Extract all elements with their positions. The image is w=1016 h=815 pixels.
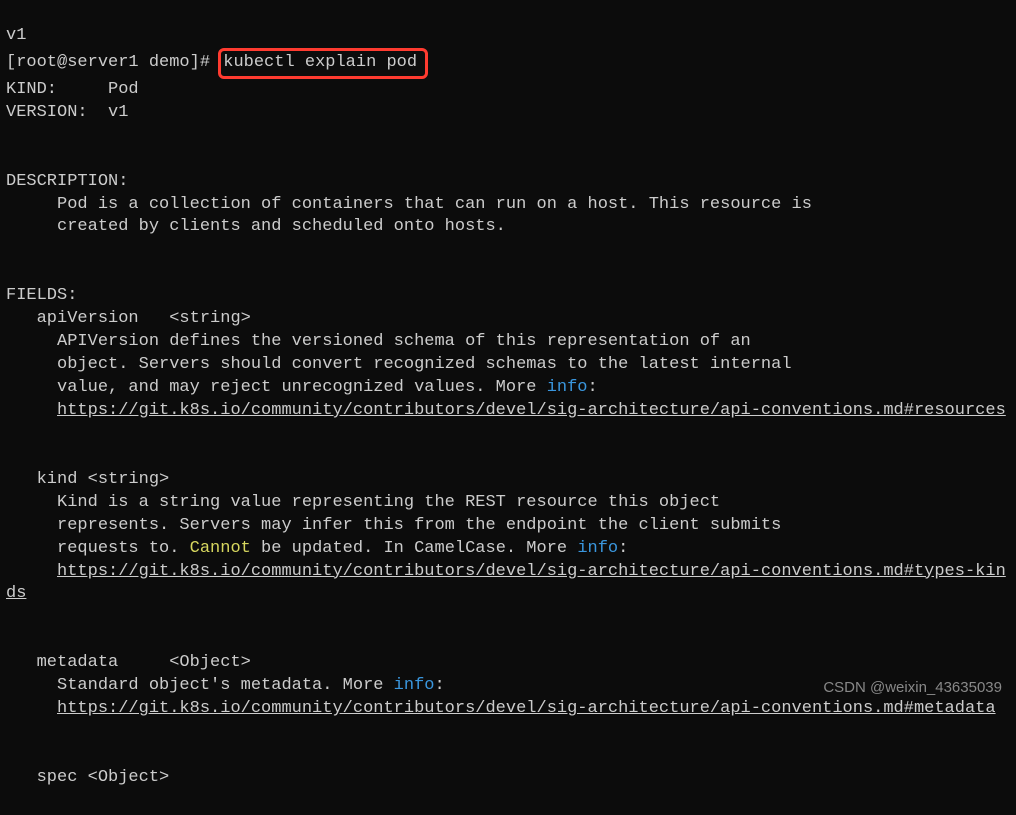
field-spec: spec <Object> — [6, 767, 1010, 790]
info-word-2: info — [577, 539, 618, 558]
description-line1: Pod is a collection of containers that c… — [6, 194, 1010, 217]
url-metadata[interactable]: https://git.k8s.io/community/contributor… — [57, 699, 996, 718]
fields-header: FIELDS: — [6, 285, 1010, 308]
metadata-desc1-pre: Standard object's metadata. More — [6, 676, 394, 695]
apiversion-desc3-pre: value, and may reject unrecognized value… — [6, 378, 547, 397]
url-types-kinds[interactable]: https://git.k8s.io/community/contributor… — [6, 562, 1006, 604]
info-word-3: info — [394, 676, 435, 695]
kind-desc3-pre: requests to. — [6, 539, 190, 558]
field-apiversion: apiVersion <string> — [6, 308, 1010, 331]
colon-1: : — [588, 378, 598, 397]
apiversion-desc1: APIVersion defines the versioned schema … — [6, 331, 1010, 354]
version-label: VERSION: — [6, 103, 108, 122]
shell-prompt: [root@server1 demo]# — [6, 53, 220, 72]
url2-indent — [6, 562, 57, 581]
kind-desc2: represents. Servers may infer this from … — [6, 515, 1010, 538]
field-metadata: metadata <Object> — [6, 652, 1010, 675]
apiversion-desc2: object. Servers should convert recognize… — [6, 354, 1010, 377]
kind-label: KIND: — [6, 80, 108, 99]
description-header: DESCRIPTION: — [6, 171, 1010, 194]
info-word-1: info — [547, 378, 588, 397]
colon-2: : — [618, 539, 628, 558]
kind-desc1: Kind is a string value representing the … — [6, 492, 1010, 515]
url1-indent — [6, 401, 57, 420]
version-value: v1 — [108, 103, 128, 122]
kind-desc3-post: be updated. In CamelCase. More — [251, 539, 577, 558]
watermark: CSDN @weixin_43635039 — [823, 678, 1002, 698]
command-highlight-box: kubectl explain pod — [218, 48, 428, 79]
kind-value: Pod — [108, 80, 139, 99]
top-line: v1 — [6, 25, 1010, 48]
url-resources[interactable]: https://git.k8s.io/community/contributor… — [57, 401, 1006, 420]
field-kind: kind <string> — [6, 469, 1010, 492]
url3-indent — [6, 699, 57, 718]
command-text: kubectl explain pod — [223, 53, 417, 72]
cannot-word: Cannot — [190, 539, 251, 558]
colon-3: : — [434, 676, 444, 695]
description-line2: created by clients and scheduled onto ho… — [6, 216, 1010, 239]
